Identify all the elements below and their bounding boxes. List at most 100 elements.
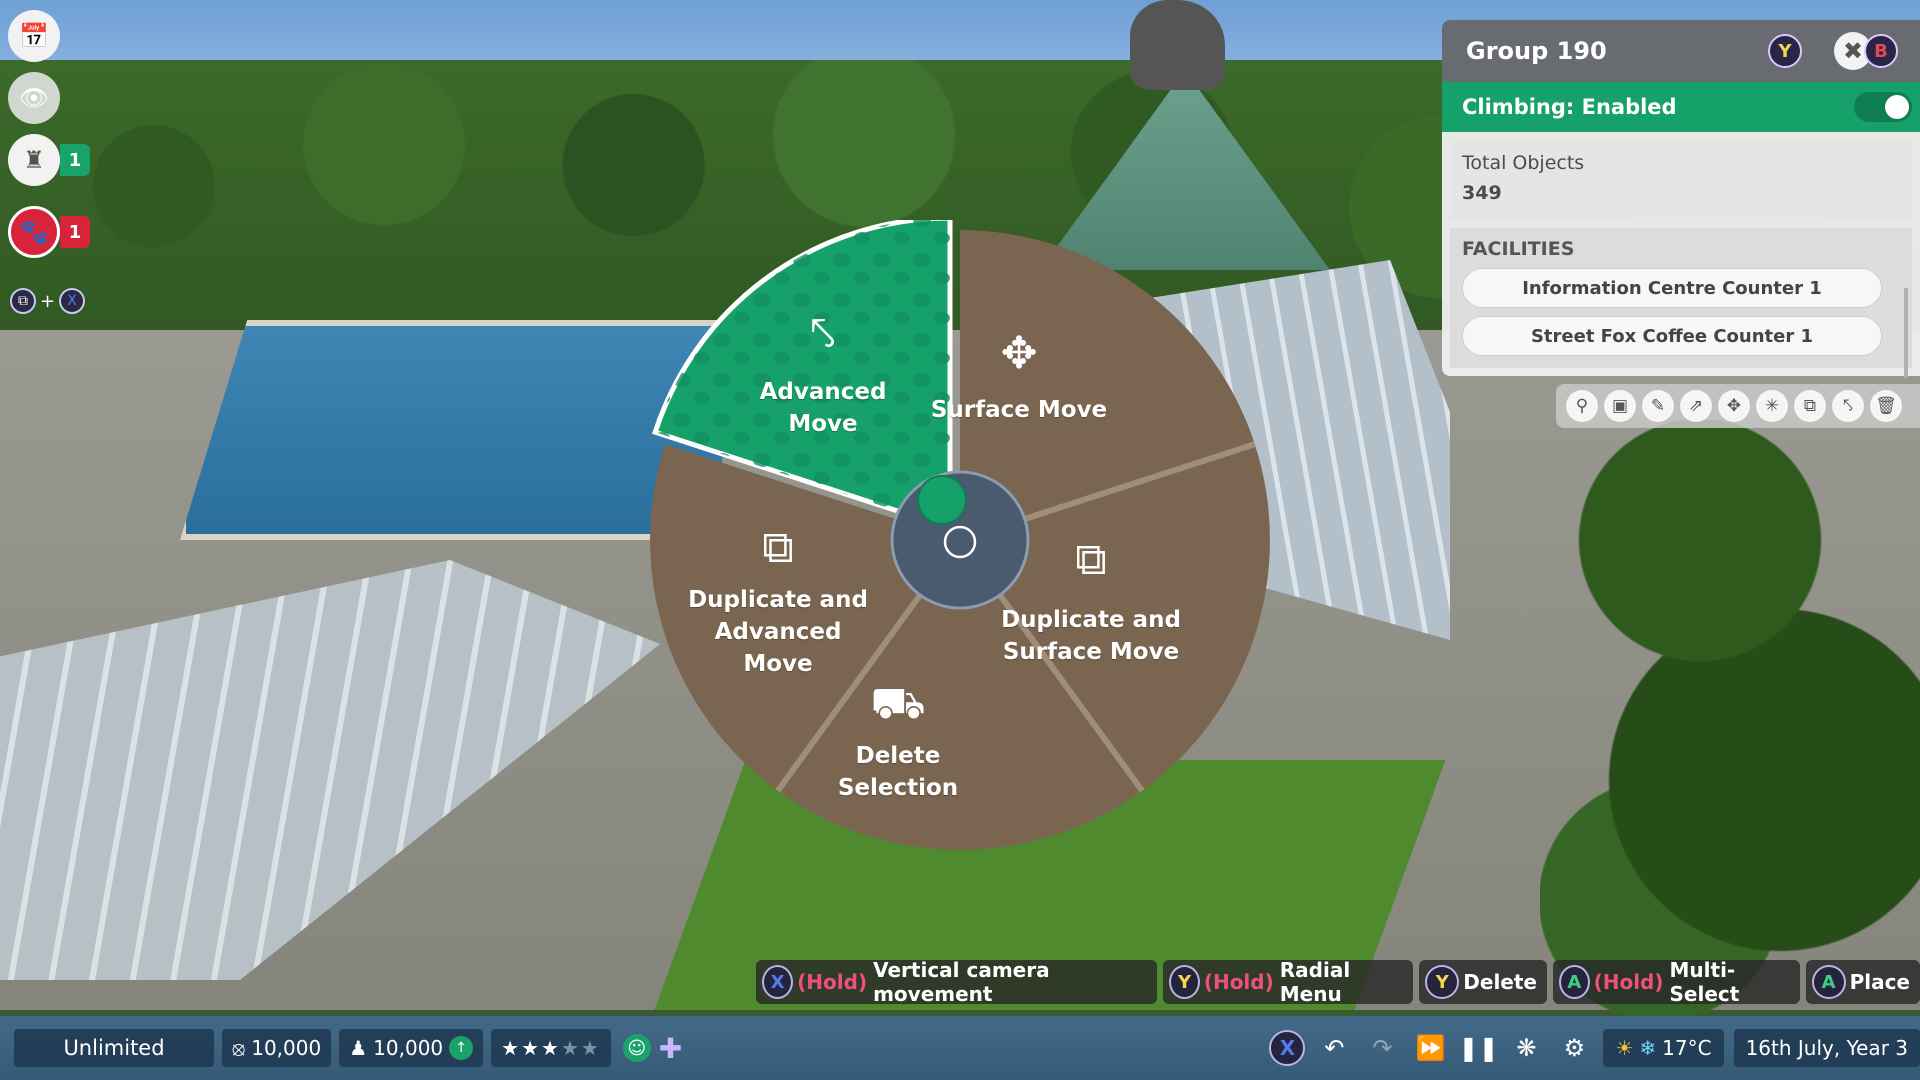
controller-hints: X (Hold) Vertical camera movement Y (Hol… — [756, 958, 1920, 1006]
calendar-icon[interactable]: 📅 — [8, 10, 60, 62]
climbing-label: Climbing: Enabled — [1462, 95, 1677, 119]
label-line: Advanced — [714, 619, 842, 645]
blueprint-icon[interactable]: ▣ — [1604, 390, 1636, 422]
money-value: 10,000 — [251, 1036, 322, 1060]
zoo-rating[interactable]: ★★★★★ — [491, 1029, 611, 1067]
hint-delete: Y Delete — [1419, 960, 1547, 1004]
star-filled-icon: ★★★ — [501, 1036, 561, 1060]
a-button-icon: A — [1559, 965, 1590, 999]
advanced-move-icon[interactable]: ✳ — [1756, 390, 1788, 422]
guests-value: 10,000 — [373, 1036, 444, 1060]
hint-text: Place — [1849, 970, 1910, 994]
pencil-icon[interactable]: ✎ — [1642, 390, 1674, 422]
redo-icon[interactable]: ↷ — [1363, 1029, 1401, 1067]
radial-menu: ⤣ Advanced Move ✥ Surface Move ⧉ Duplica… — [640, 220, 1280, 860]
duplicate-advanced-icon: ⧉ — [762, 522, 794, 573]
label-line: Surface Move — [930, 397, 1108, 423]
export-icon[interactable]: ⇗ — [1680, 390, 1712, 422]
dpad-icon[interactable]: ✚ — [659, 1032, 682, 1065]
money-display[interactable]: ⦻ 10,000 — [222, 1029, 332, 1067]
climbing-toggle-row[interactable]: Climbing: Enabled — [1442, 82, 1920, 132]
close-b-button[interactable]: B — [1864, 34, 1898, 68]
label-line: Selection — [837, 775, 959, 801]
panel-title: Group 190 — [1466, 37, 1607, 65]
hint-hold: (Hold) — [797, 970, 868, 994]
trees-foreground — [1540, 420, 1920, 1020]
paw-icon[interactable]: 🐾 — [8, 206, 60, 258]
panel-header: Group 190 Y ✖ B — [1442, 20, 1920, 82]
date-value: 16th July, Year 3 — [1745, 1036, 1908, 1060]
hint-place: A Place — [1805, 960, 1920, 1004]
game-mode-label: Unlimited — [63, 1036, 165, 1060]
radial-label-duplicate-advanced-move: Duplicate and Advanced Move — [668, 584, 888, 680]
combo-x-button: X — [59, 288, 86, 314]
label-line: Delete — [855, 743, 941, 769]
radial-label-delete-selection: Delete Selection — [788, 740, 1008, 804]
facilities-scrollbar[interactable] — [1904, 288, 1908, 378]
total-objects-box: Total Objects 349 — [1450, 142, 1912, 220]
label-line: Duplicate and — [1001, 607, 1181, 633]
combo-plus: + — [40, 290, 56, 312]
camera-toggle-combo: ⧉ + X — [10, 288, 86, 314]
layers-icon: ⧉ — [10, 288, 36, 314]
duplicate-icon: ⧉ — [1075, 534, 1107, 585]
facilities-section: FACILITIES Information Centre Counter 1 … — [1450, 228, 1912, 368]
label-line: Surface Move — [1002, 639, 1180, 665]
a-button-icon: A — [1811, 965, 1846, 999]
guest-display[interactable]: ♟ 10,000 ↑ — [339, 1029, 484, 1067]
hint-text: Delete — [1463, 970, 1537, 994]
snowflake-icon: ❄ — [1639, 1036, 1657, 1060]
hint-radial-menu: Y (Hold) Radial Menu — [1163, 958, 1414, 1006]
star-rating: ★★★★★ — [501, 1036, 601, 1060]
radial-label-duplicate-surface-move: Duplicate and Surface Move — [981, 604, 1201, 668]
move-arrows-icon: ✥ — [1000, 328, 1038, 379]
eye-icon[interactable]: 👁 — [8, 72, 60, 124]
hint-hold: (Hold) — [1203, 970, 1274, 994]
bulldozer-icon: ⛟ — [870, 678, 926, 729]
trash-icon[interactable]: 🗑 — [1870, 390, 1902, 422]
status-bar: Unlimited ⦻ 10,000 ♟ 10,000 ↑ ★★★★★ ☺ ✚ … — [0, 1016, 1920, 1080]
move-icon[interactable]: ✥ — [1718, 390, 1750, 422]
temperature-display: ☀ ❄ 17°C — [1603, 1029, 1724, 1067]
game-mode[interactable]: Unlimited — [14, 1029, 214, 1067]
hint-text: Radial Menu — [1279, 958, 1351, 1006]
guest-icon[interactable]: ♜ — [8, 134, 60, 186]
hint-multi-select: A (Hold) Multi-Select — [1553, 958, 1800, 1006]
facility-button[interactable]: Street Fox Coffee Counter 1 — [1462, 316, 1882, 356]
settings-dial-icon[interactable]: ⚙ — [1555, 1029, 1593, 1067]
group-info-panel: Group 190 Y ✖ B Climbing: Enabled Total … — [1442, 20, 1920, 378]
fast-forward-icon[interactable]: ⏩ — [1411, 1029, 1449, 1067]
advanced-move-icon: ⤣ — [810, 308, 836, 359]
duplicate-icon[interactable]: ⧉ — [1794, 390, 1826, 422]
climbing-toggle[interactable] — [1854, 92, 1912, 122]
sun-icon: ☀ — [1615, 1036, 1634, 1060]
coin-icon: ⦻ — [232, 1036, 246, 1060]
label-line: Move — [743, 651, 813, 677]
pin-icon[interactable]: ⚲ — [1566, 390, 1598, 422]
label-line: Duplicate and — [688, 587, 868, 613]
star-empty-icon: ★★ — [560, 1036, 601, 1060]
radial-label-surface-move: Surface Move — [909, 394, 1129, 426]
date-display: 16th July, Year 3 — [1733, 1029, 1920, 1067]
pause-icon[interactable]: ❚❚ — [1458, 1029, 1498, 1067]
label-line: Advanced — [759, 379, 887, 405]
duplicate-advanced-icon[interactable]: ⤣ — [1832, 390, 1864, 422]
y-button-icon: Y — [1425, 965, 1460, 999]
hint-vertical-camera: X (Hold) Vertical camera movement — [756, 958, 1158, 1006]
up-arrow-icon: ↑ — [449, 1036, 474, 1060]
group-toolbar: ⚲ ▣ ✎ ⇗ ✥ ✳ ⧉ ⤣ 🗑 — [1556, 384, 1920, 428]
radial-label-advanced-move: Advanced Move — [713, 376, 933, 440]
label-line: Move — [788, 411, 858, 437]
facility-button[interactable]: Information Centre Counter 1 — [1462, 268, 1882, 308]
undo-icon[interactable]: ↶ — [1315, 1029, 1353, 1067]
rename-y-button[interactable]: Y — [1768, 34, 1802, 68]
speed-dial-icon[interactable]: ❋ — [1507, 1029, 1545, 1067]
guests-icon: ♟ — [349, 1036, 368, 1060]
time-controls: X ↶ ↷ ⏩ ❚❚ ❋ ⚙ ☀ ❄ 17°C 16th July, Year … — [1269, 1029, 1920, 1067]
y-button-icon: Y — [1169, 965, 1200, 999]
x-button-icon: X — [1269, 1030, 1306, 1066]
happiness-icon[interactable]: ☺ — [622, 1034, 651, 1062]
hint-text: Multi-Select — [1669, 958, 1740, 1006]
total-objects-label: Total Objects — [1462, 152, 1585, 174]
guest-count-badge: 1 — [60, 144, 90, 176]
